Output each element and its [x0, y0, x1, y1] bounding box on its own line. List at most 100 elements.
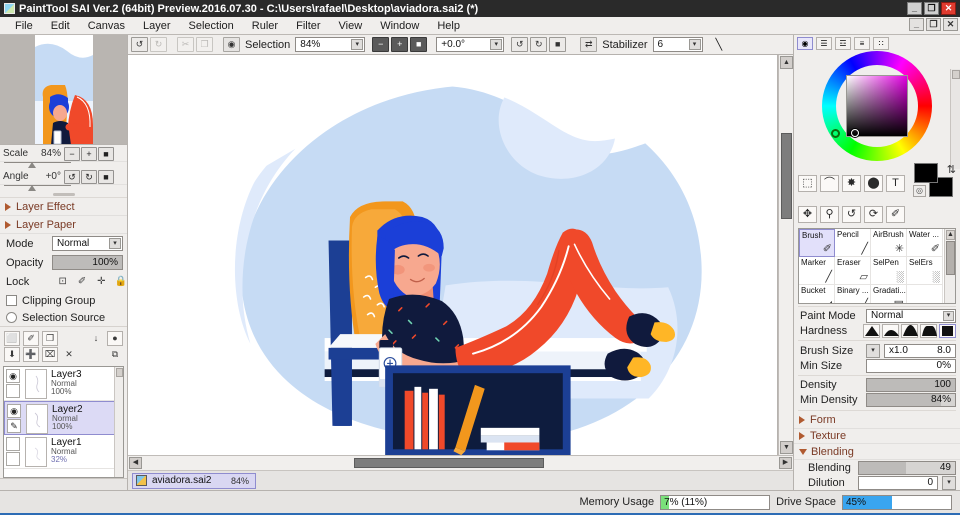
- scale-reset-button[interactable]: ■: [98, 146, 114, 161]
- clear-layer-button[interactable]: ⌧: [42, 346, 58, 362]
- layer-visibility-toggle[interactable]: [6, 437, 20, 451]
- panel-gripper[interactable]: [0, 191, 127, 198]
- canvas-vertical-scrollbar[interactable]: ▲ ▼: [778, 55, 793, 456]
- hue-wheel[interactable]: [822, 51, 932, 161]
- rotate-ccw-button[interactable]: ↺: [511, 37, 529, 52]
- delete-layer-icon[interactable]: ✕: [61, 347, 77, 362]
- table-row[interactable]: ◉ ✎ Layer2 Normal 100%: [4, 401, 123, 435]
- angle-reset-button[interactable]: ■: [98, 169, 114, 184]
- maximize-button[interactable]: ❐: [924, 2, 939, 15]
- brush-size-mode-button[interactable]: ▾: [866, 343, 880, 358]
- document-tab[interactable]: aviadora.sai2 84%: [132, 472, 256, 489]
- layer-effect-accordion[interactable]: Layer Effect: [0, 198, 127, 216]
- brush-item-water[interactable]: Water ... ✐: [907, 229, 943, 257]
- scroll-down-arrow-icon[interactable]: ▼: [780, 441, 793, 455]
- move-selection-tool-icon[interactable]: ⬤: [864, 174, 883, 192]
- saturation-value-square[interactable]: [846, 75, 908, 137]
- angle-combo[interactable]: +0.0° ▾: [436, 37, 505, 52]
- brush-item-selers[interactable]: SelErs ░: [907, 257, 943, 285]
- rotate-reset-button[interactable]: ■: [549, 37, 567, 52]
- horizontal-scroll-thumb[interactable]: [354, 458, 544, 469]
- new-folder-button[interactable]: ❐: [42, 330, 58, 346]
- hsv-slider-tab[interactable]: ☲: [835, 36, 851, 50]
- stabilizer-combo[interactable]: 6 ▾: [652, 37, 703, 52]
- scale-plus-button[interactable]: +: [81, 146, 97, 161]
- layer-mode-select[interactable]: Normal ▾: [52, 236, 123, 251]
- chevron-down-icon[interactable]: ▾: [351, 39, 364, 50]
- dilution-slider[interactable]: 0: [858, 475, 938, 490]
- move-tool-icon[interactable]: ✥: [798, 206, 817, 223]
- undo-button[interactable]: ↺: [131, 37, 148, 52]
- min-size-field[interactable]: 0%: [866, 358, 956, 373]
- vertical-scroll-thumb[interactable]: [781, 133, 792, 219]
- zoom-in-button[interactable]: +: [391, 37, 409, 52]
- angle-ccw-button[interactable]: ↺: [64, 169, 80, 184]
- magic-wand-tool-icon[interactable]: ✸: [842, 174, 861, 192]
- brush-item-eraser[interactable]: Eraser ▱: [835, 257, 871, 285]
- color-wheel-panel[interactable]: [794, 51, 960, 169]
- redo-button[interactable]: ↻: [150, 37, 167, 52]
- angle-slider-knob[interactable]: [28, 185, 36, 191]
- brush-list-scrollbar[interactable]: ▲: [944, 229, 955, 303]
- menu-canvas[interactable]: Canvas: [79, 18, 134, 34]
- selection-source-row[interactable]: Selection Source: [0, 309, 127, 326]
- new-linework-layer-button[interactable]: ✐: [23, 330, 39, 346]
- blending-slider[interactable]: 49: [858, 460, 956, 475]
- table-row[interactable]: Layer1 Normal 32%: [4, 435, 123, 469]
- doc-maximize-button[interactable]: ❐: [926, 18, 941, 31]
- layer-mask-button[interactable]: ●: [107, 330, 123, 346]
- flip-horizontal-button[interactable]: ⇄: [580, 37, 598, 52]
- layer-visibility-toggle[interactable]: ◉: [6, 369, 20, 383]
- zoom-reset-button[interactable]: ■: [410, 37, 428, 52]
- navigator-panel[interactable]: [0, 35, 127, 145]
- canvas[interactable]: [128, 55, 778, 456]
- hardness-option-4[interactable]: [920, 323, 937, 338]
- hardness-option-5[interactable]: [939, 323, 956, 338]
- layer-list-scrollbar[interactable]: [114, 367, 123, 478]
- brush-list[interactable]: Brush ✐ Pencil ╱ AirBrush ✳ Water ... ✐ …: [798, 228, 956, 304]
- scale-slider[interactable]: [0, 162, 127, 168]
- layer-opacity-slider[interactable]: 100%: [52, 255, 123, 270]
- brush-scroll-thumb[interactable]: [946, 241, 955, 275]
- rgb-slider-tab[interactable]: ☰: [816, 36, 832, 50]
- brush-item-pencil[interactable]: Pencil ╱: [835, 229, 871, 257]
- menu-filter[interactable]: Filter: [287, 18, 329, 34]
- zoom-out-button[interactable]: −: [372, 37, 390, 52]
- chevron-down-icon[interactable]: ▾: [490, 39, 503, 50]
- lock-alpha-icon[interactable]: ⊡: [57, 276, 69, 289]
- brush-item-selpen[interactable]: SelPen ░: [871, 257, 907, 285]
- menu-view[interactable]: View: [330, 18, 372, 34]
- chevron-down-icon[interactable]: ▾: [109, 238, 121, 249]
- menu-window[interactable]: Window: [371, 18, 428, 34]
- layer-selection-toggle[interactable]: [6, 452, 20, 466]
- table-row[interactable]: ◉ Layer3 Normal 100%: [4, 367, 123, 401]
- hue-cursor[interactable]: [831, 129, 840, 138]
- chevron-down-icon[interactable]: ▾: [688, 39, 701, 50]
- hardness-option-3[interactable]: [901, 323, 918, 338]
- clipping-group-row[interactable]: Clipping Group: [0, 292, 127, 309]
- scroll-right-arrow-icon[interactable]: ▶: [779, 457, 792, 470]
- brush-item-marker[interactable]: Marker ╱: [799, 257, 835, 285]
- rect-select-tool-icon[interactable]: ⬚: [798, 174, 817, 192]
- scale-slider-knob[interactable]: [28, 162, 36, 168]
- swatches-tab[interactable]: ∷: [873, 36, 889, 50]
- scroll-up-arrow-icon[interactable]: ▲: [780, 56, 793, 69]
- hand-tool-icon[interactable]: ⟳: [864, 206, 883, 223]
- paint-mode-select[interactable]: Normal ▾: [866, 309, 956, 323]
- doc-minimize-button[interactable]: _: [909, 18, 924, 31]
- doc-close-button[interactable]: ✕: [943, 18, 958, 31]
- brush-scroll-up-icon[interactable]: ▲: [946, 230, 955, 240]
- angle-slider[interactable]: [0, 185, 127, 191]
- eyedropper-tool-icon[interactable]: ✐: [886, 206, 905, 223]
- zoom-tool-icon[interactable]: ⚲: [820, 206, 839, 223]
- dilution-options-button[interactable]: ▾: [942, 475, 956, 490]
- chevron-down-icon[interactable]: ▾: [943, 311, 954, 321]
- clipping-group-checkbox[interactable]: [6, 295, 17, 306]
- rotate-cw-button[interactable]: ↻: [530, 37, 548, 52]
- layer-edit-indicator[interactable]: ✎: [7, 419, 21, 433]
- mixer-tab[interactable]: ≡: [854, 36, 870, 50]
- blending-accordion[interactable]: Blending: [794, 444, 960, 461]
- scale-minus-button[interactable]: −: [64, 146, 80, 161]
- foreground-color-swatch[interactable]: [914, 163, 938, 183]
- cut-button[interactable]: ✂: [177, 37, 194, 52]
